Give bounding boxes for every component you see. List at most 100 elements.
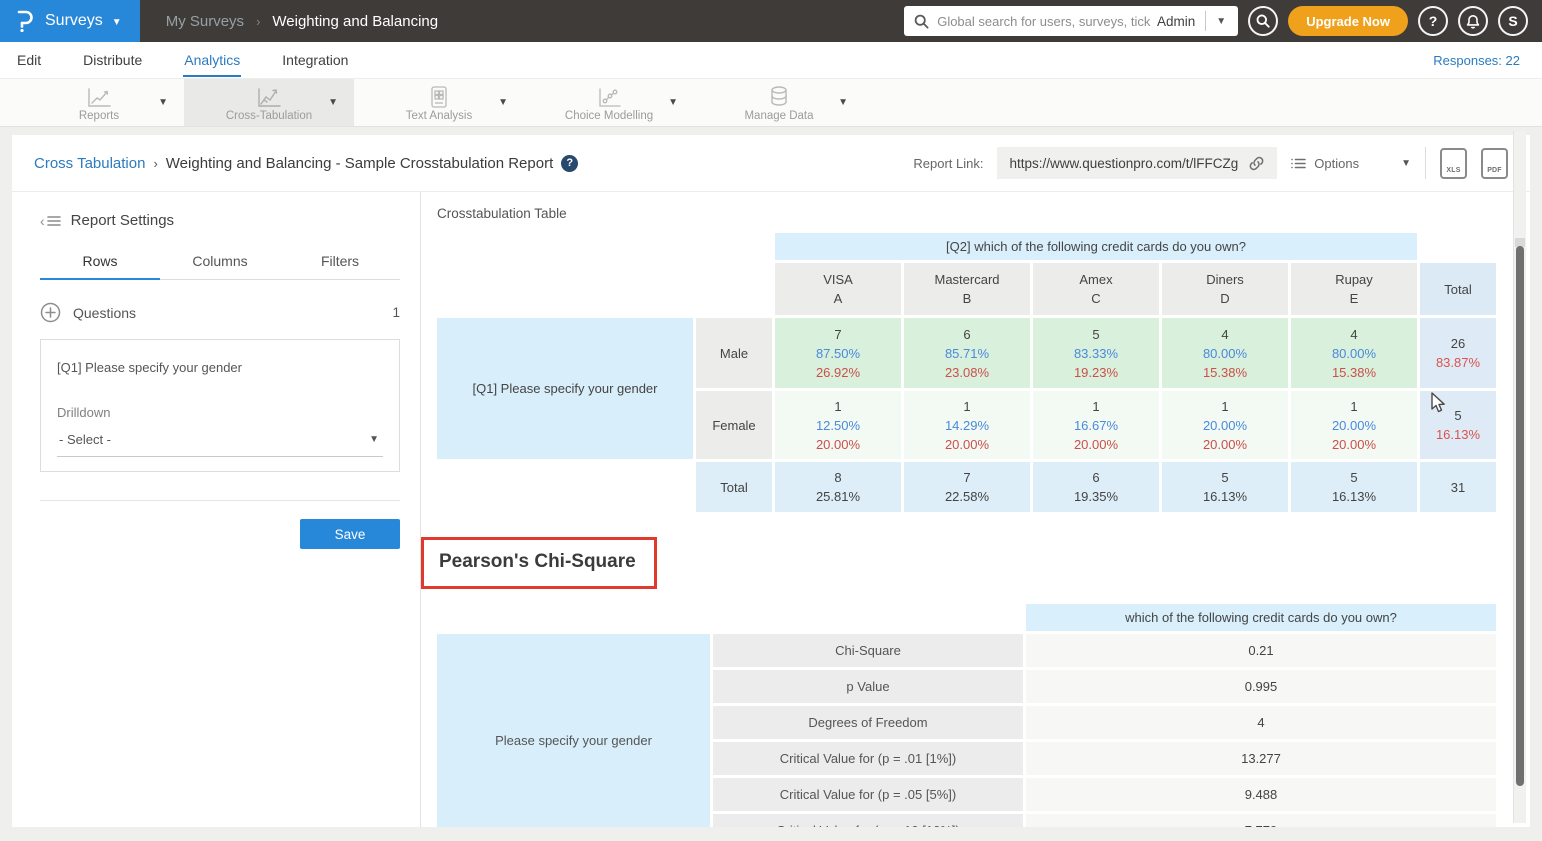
vertical-scrollbar-thumb[interactable] [1516,246,1524,786]
chevron-down-icon[interactable]: ▼ [498,97,508,108]
toolbar-item-reports[interactable]: Reports ▼ [14,79,184,126]
column-name: Mastercard [904,270,1030,289]
question-text: [Q1] Please specify your gender [57,360,383,375]
cell-count: 8 [775,468,901,487]
chevron-down-icon[interactable]: ▼ [158,97,168,108]
toolbar-item-manage-data[interactable]: Manage Data ▼ [694,79,864,126]
tab-rows[interactable]: Rows [40,253,160,280]
data-cell: 6 85.71% 23.08% [904,318,1030,388]
save-button[interactable]: Save [300,519,400,549]
grand-total-cell: 31 [1420,462,1496,512]
analytics-toolbar: Reports ▼ Cross-Tabulation ▼ Text Ana [0,79,1542,127]
nav-item-edit[interactable]: Edit [16,43,42,77]
cell-count: 1 [1291,397,1417,416]
collapse-panel-icon[interactable]: ‹ [40,213,61,229]
help-button[interactable]: ? [1418,6,1448,36]
list-icon [1291,157,1306,170]
column-header-diners: Diners D [1162,263,1288,315]
data-cell: 1 20.00% 20.00% [1291,391,1417,459]
chevron-right-icon: › [256,14,260,29]
nav-item-integration[interactable]: Integration [281,43,349,77]
column-code: D [1162,289,1288,308]
table-row: which of the following credit cards do y… [437,604,1496,631]
upgrade-now-button[interactable]: Upgrade Now [1288,6,1408,36]
metric-value: 13.277 [1026,742,1496,775]
search-scope-caret-icon[interactable]: ▼ [1206,16,1230,27]
export-pdf-button[interactable]: PDF [1481,148,1508,179]
report-url[interactable]: https://www.questionpro.com/t/lFFCZg [1009,156,1238,171]
cell-count: 7 [775,325,901,344]
chevron-down-icon[interactable]: ▼ [668,97,678,108]
panel-title: Report Settings [71,212,174,229]
chevron-down-icon[interactable]: ▼ [838,97,848,108]
nav-item-analytics[interactable]: Analytics [183,43,241,77]
cell-pct: 25.81% [775,487,901,506]
metric-value: 0.995 [1026,670,1496,703]
breadcrumb-my-surveys[interactable]: My Surveys [166,13,244,30]
chi-square-title: Pearson's Chi-Square [439,551,636,572]
cell-col-pct: 20.00% [1033,435,1159,454]
toolbar-item-text-analysis[interactable]: Text Analysis ▼ [354,79,524,126]
data-cell: 1 12.50% 20.00% [775,391,901,459]
report-url-field[interactable]: https://www.questionpro.com/t/lFFCZg [997,147,1277,179]
cell-count: 1 [775,397,901,416]
search-submit-button[interactable] [1248,6,1278,36]
report-settings-panel: ‹ Report Settings Rows Columns Filters [12,192,421,827]
divider [40,500,400,501]
report-title: Weighting and Balancing - Sample Crossta… [166,155,553,172]
tab-columns[interactable]: Columns [160,253,280,279]
search-icon [914,14,929,29]
cell-count: 5 [1291,468,1417,487]
cell-pct: 19.35% [1033,487,1159,506]
report-help-icon[interactable]: ? [561,155,578,172]
tab-filters[interactable]: Filters [280,253,400,279]
add-question-icon[interactable] [40,302,61,323]
data-cell: 7 87.50% 26.92% [775,318,901,388]
survey-breadcrumb: My Surveys › Weighting and Balancing [166,0,438,42]
table-row: VISA A Mastercard B Amex C Diners [437,263,1496,315]
chevron-down-icon[interactable]: ▼ [328,97,338,108]
table-row: [Q2] which of the following credit cards… [437,233,1496,260]
toolbar-item-choice-modelling[interactable]: Choice Modelling ▼ [524,79,694,126]
column-code: B [904,289,1030,308]
drilldown-select[interactable]: - Select - ▼ [57,420,383,457]
cell-row-pct: 14.29% [904,416,1030,435]
crosstab-main: Crosstabulation Table [Q2] which of the … [421,192,1530,827]
total-cell: 6 19.35% [1033,462,1159,512]
link-icon[interactable] [1248,155,1265,172]
drilldown-selected-value: - Select - [59,432,111,447]
product-switcher[interactable]: Surveys ▼ [0,0,140,42]
export-xls-button[interactable]: XLS [1440,148,1467,179]
cell-col-pct: 20.00% [1291,435,1417,454]
metric-label: p Value [713,670,1023,703]
cell-count: 1 [904,397,1030,416]
cell-count: 7 [904,468,1030,487]
options-dropdown[interactable]: Options ▼ [1291,156,1411,171]
divider [1425,147,1426,179]
cell-col-pct: 26.92% [775,363,901,382]
total-cell: 5 16.13% [1291,462,1417,512]
notifications-button[interactable] [1458,6,1488,36]
data-cell: 1 16.67% 20.00% [1033,391,1159,459]
toolbar-item-label: Manage Data [744,110,813,122]
cell-row-pct: 16.67% [1033,416,1159,435]
cell-row-pct: 20.00% [1162,416,1288,435]
cell-count: 1 [1162,397,1288,416]
cross-tabulation-link[interactable]: Cross Tabulation [34,155,145,172]
metric-value: 7.779 [1026,814,1496,827]
nav-item-distribute[interactable]: Distribute [82,43,143,77]
account-avatar[interactable]: S [1498,6,1528,36]
crosstabulation-table: [Q2] which of the following credit cards… [434,230,1499,515]
report-settings-header: ‹ Report Settings [40,212,400,229]
responses-count[interactable]: Responses: 22 [1433,53,1520,68]
column-code: C [1033,289,1159,308]
drilldown-label: Drilldown [57,405,383,420]
column-name: Diners [1162,270,1288,289]
data-cell: 1 20.00% 20.00% [1162,391,1288,459]
table-row-totals: Total 8 25.81% 7 22.58% 6 19.35% [437,462,1496,512]
global-search-input[interactable] [937,14,1151,29]
toolbar-item-cross-tabulation[interactable]: Cross-Tabulation ▼ [184,79,354,126]
cell-pct: 16.13% [1291,487,1417,506]
crosstab-section-title: Crosstabulation Table [437,206,1530,221]
top-bar-actions: Admin ▼ Upgrade Now ? S [904,0,1542,42]
